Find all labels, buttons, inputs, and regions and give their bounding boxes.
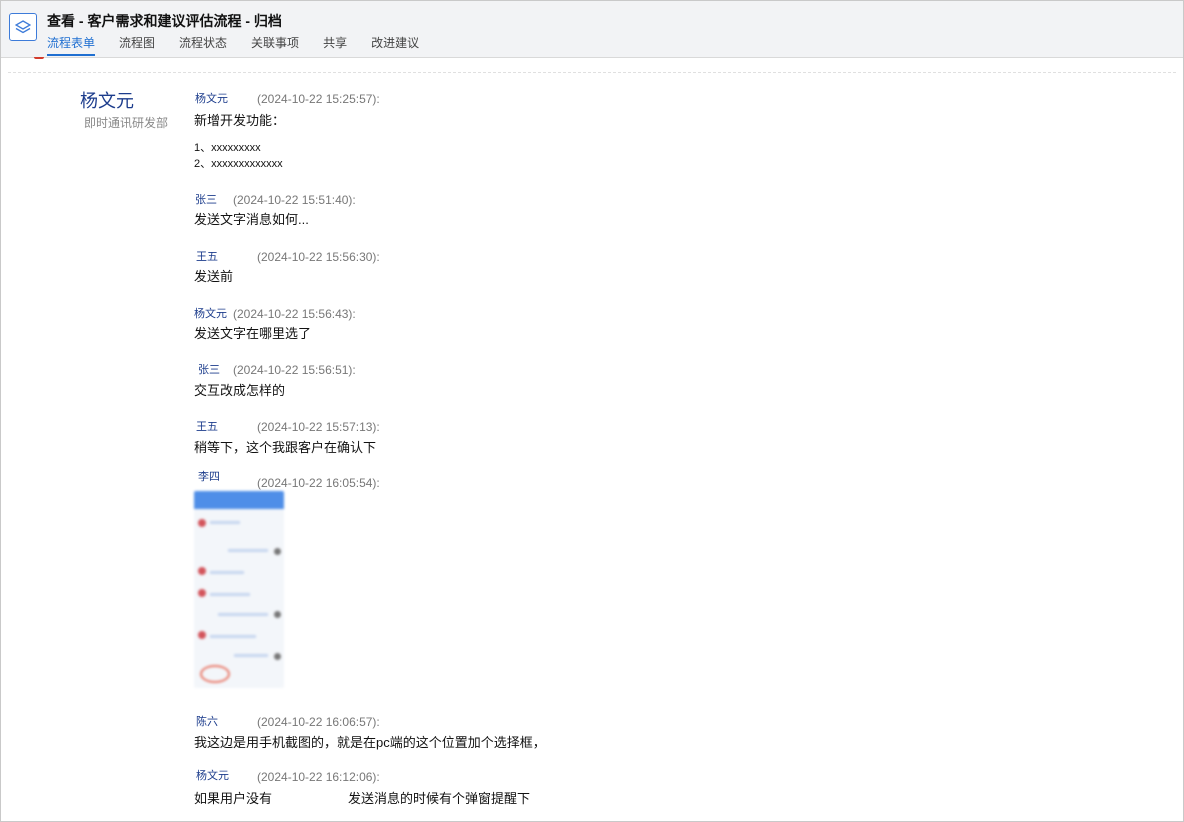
tab-related[interactable]: 关联事项 — [251, 34, 299, 56]
comment-author[interactable]: 张三 — [195, 191, 217, 207]
screenshot-thumbnail[interactable] — [194, 491, 284, 688]
comment-time: (2024-10-22 15:57:13): — [257, 420, 380, 434]
comment-text: 发送文字在哪里选了 — [194, 326, 312, 341]
window-frame — [0, 0, 1184, 822]
author-name: 杨文元 — [80, 91, 134, 111]
page-title: 查看 - 客户需求和建议评估流程 - 归档 — [47, 13, 282, 29]
comment-time: (2024-10-22 15:51:40): — [233, 193, 356, 207]
comment-author[interactable]: 王五 — [196, 418, 218, 434]
comment-author[interactable]: 陈六 — [196, 713, 218, 729]
comment-text: 我这边是用手机截图的，就是在pc端的这个位置加个选择框， — [194, 735, 546, 750]
tab-bar: 流程表单 流程图 流程状态 关联事项 共享 改进建议 — [47, 34, 443, 56]
tab-form[interactable]: 流程表单 — [47, 34, 96, 56]
list-item: 1、xxxxxxxxx — [194, 142, 261, 154]
comment-author[interactable]: 杨文元 — [195, 90, 228, 106]
comment-author[interactable]: 李四 — [198, 468, 220, 484]
comment-text: 发送前 — [194, 269, 234, 284]
comment-time: (2024-10-22 15:25:57): — [257, 92, 380, 106]
comment-text: 发送文字消息如何... — [194, 212, 309, 227]
comment-author[interactable]: 王五 — [196, 248, 218, 264]
comment-time: (2024-10-22 16:05:54): — [257, 476, 380, 490]
comment-time: (2024-10-22 16:12:06): — [257, 770, 380, 784]
comment-text: 新增开发功能： — [194, 113, 286, 128]
tab-status[interactable]: 流程状态 — [179, 34, 227, 56]
header: 查看 - 客户需求和建议评估流程 - 归档 流程表单 流程图 流程状态 关联事项… — [1, 1, 1183, 58]
tab-flowchart[interactable]: 流程图 — [119, 34, 155, 56]
comment-author[interactable]: 杨文元 — [194, 305, 227, 321]
comment-author[interactable]: 张三 — [198, 361, 220, 377]
comment-author[interactable]: 杨文元 — [196, 767, 229, 783]
tab-share[interactable]: 共享 — [323, 34, 347, 56]
comment-text: 如果用户没有 — [194, 791, 273, 806]
comment-time: (2024-10-22 15:56:43): — [233, 307, 356, 321]
comment-time: (2024-10-22 16:06:57): — [257, 715, 380, 729]
divider — [8, 72, 1176, 73]
comment-text: 交互改成怎样的 — [194, 383, 286, 398]
author-dept: 即时通讯研发部 — [84, 116, 169, 130]
layers-icon[interactable] — [9, 13, 37, 41]
tab-suggestion[interactable]: 改进建议 — [371, 34, 419, 56]
comment-text: 发送消息的时候有个弹窗提醒下 — [348, 791, 531, 806]
status-marker — [34, 57, 44, 59]
comment-time: (2024-10-22 15:56:30): — [257, 250, 380, 264]
comment-text: 稍等下，这个我跟客户在确认下 — [194, 440, 377, 455]
list-item: 2、xxxxxxxxxxxxx — [194, 158, 283, 170]
comment-time: (2024-10-22 15:56:51): — [233, 363, 356, 377]
